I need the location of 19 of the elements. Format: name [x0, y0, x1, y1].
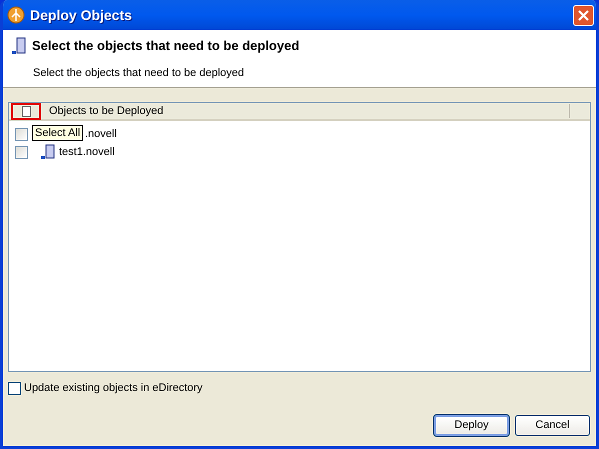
select-all-checkbox[interactable] [11, 102, 41, 120]
item-checkbox[interactable] [15, 128, 28, 140]
header-description: Select the objects that need to be deployed [33, 66, 245, 80]
update-checkbox[interactable] [8, 382, 21, 395]
header-title: Select the objects that need to be deployed [32, 37, 300, 55]
app-icon [7, 6, 25, 24]
close-button[interactable] [573, 4, 594, 26]
item-checkbox[interactable] [15, 146, 28, 158]
tree-item-label[interactable]: test1.novell [59, 144, 115, 160]
server-icon [12, 36, 26, 55]
tooltip: Select All [32, 125, 84, 141]
window-title: Deploy Objects [30, 6, 132, 25]
dialog-button[interactable]: Deploy [434, 415, 509, 436]
column-label: Objects to be Deployed [49, 104, 164, 119]
close-icon [578, 10, 589, 20]
server-icon [41, 144, 55, 160]
dialog-button[interactable]: Cancel [515, 415, 590, 436]
update-label: Update existing objects in eDirectory [24, 381, 203, 396]
tree-item-label[interactable]: .novell [85, 126, 117, 142]
